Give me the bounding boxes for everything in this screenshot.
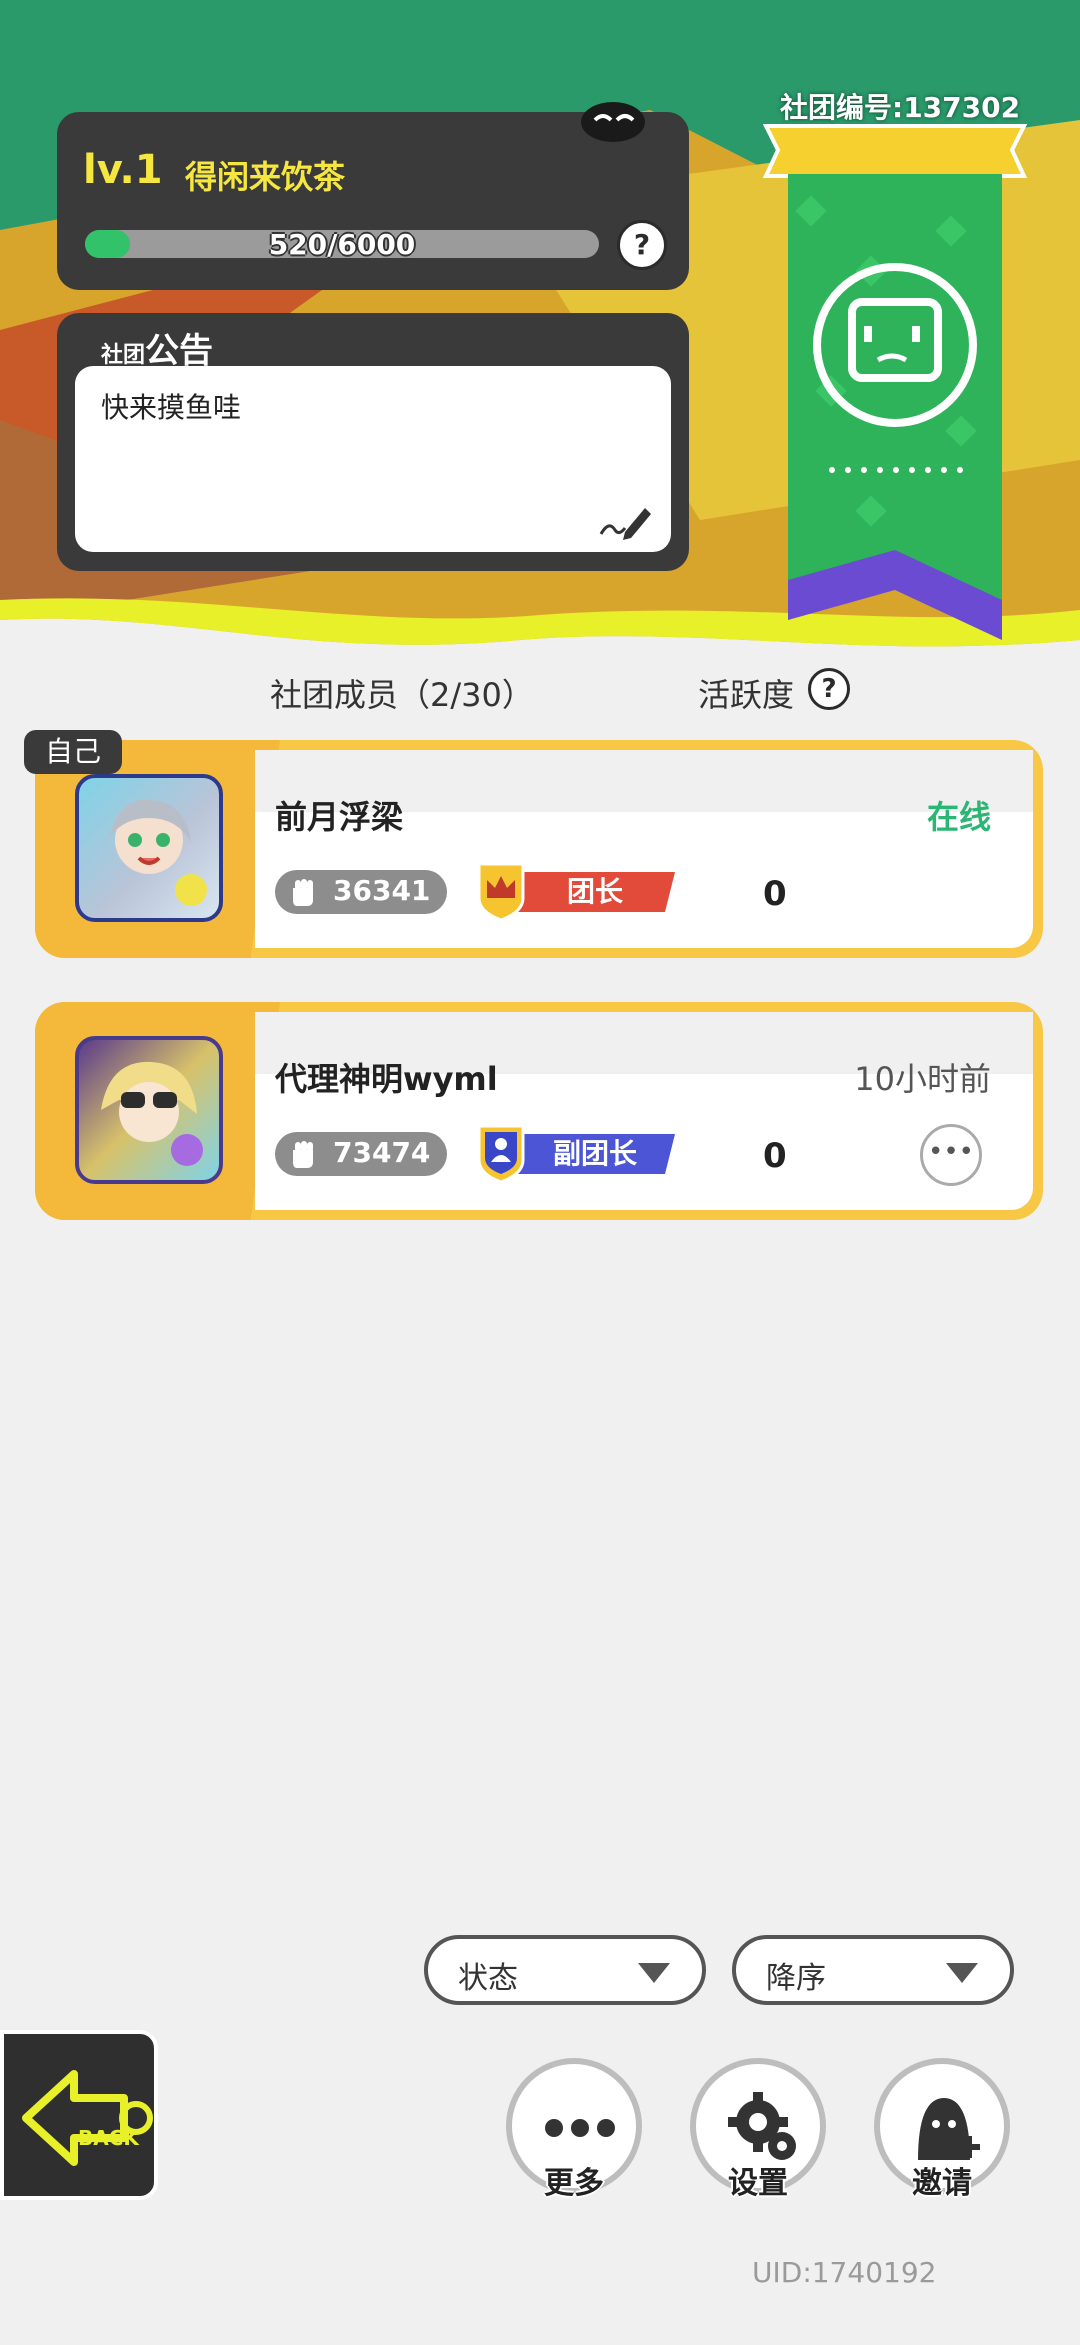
member-power: 73474 (275, 1132, 447, 1176)
activity-label: 活跃度 (698, 676, 795, 714)
member-activity: 0 (763, 874, 787, 914)
member-name: 代理神明wyml (275, 1060, 498, 1098)
club-emblem-banner[interactable] (760, 120, 1030, 660)
member-name: 前月浮梁 (275, 798, 404, 836)
member-status: 在线 (926, 798, 991, 836)
members-count-label: 社团成员（2/30） (270, 676, 534, 714)
member-avatar[interactable] (75, 1036, 223, 1184)
member-more-button[interactable]: ••• (920, 1124, 982, 1186)
order-filter-dropdown[interactable]: 降序 (732, 1935, 1014, 2005)
invite-label: 邀请 (912, 2166, 972, 2201)
exp-help-icon[interactable]: ? (617, 220, 667, 270)
settings-label: 设置 (728, 2166, 788, 2201)
person-shield-icon (477, 1124, 525, 1184)
add-user-icon (918, 2098, 980, 2160)
member-avatar[interactable] (75, 774, 223, 922)
fist-icon (293, 879, 313, 906)
more-dots-icon (545, 2119, 615, 2137)
notice-title-small: 社团 (101, 343, 146, 368)
club-name: 得闲来饮茶 (185, 158, 346, 196)
notice-panel: 社团公告 快来摸鱼哇 (57, 313, 689, 571)
role-badge: 副团长 (475, 1122, 675, 1184)
chevron-down-icon (946, 1963, 978, 1983)
more-label: 更多 (544, 2166, 604, 2201)
member-power-value: 36341 (333, 874, 431, 907)
status-filter-dropdown[interactable]: 状态 (424, 1935, 706, 2005)
role-badge: 团长 (475, 860, 675, 922)
club-exp-bar: 520/6000 (85, 230, 599, 258)
crown-shield-icon (477, 862, 525, 922)
notice-content-box: 快来摸鱼哇 (75, 366, 671, 552)
back-button[interactable]: BACK (0, 2030, 158, 2200)
order-filter-label: 降序 (766, 1961, 826, 1996)
club-exp-text: 520/6000 (268, 230, 416, 258)
role-label: 副团长 (552, 1137, 637, 1170)
status-filter-label: 状态 (458, 1961, 518, 1996)
member-card[interactable]: 前月浮梁 在线 36341 团长 0 (35, 740, 1043, 958)
member-power-value: 73474 (333, 1136, 431, 1169)
notice-title-big: 公告 (145, 331, 214, 371)
member-power: 36341 (275, 870, 447, 914)
mascot-blob-icon (581, 102, 645, 142)
fist-icon (293, 1141, 313, 1168)
club-info-panel: lv.1 得闲来饮茶 520/6000 ? (57, 102, 689, 290)
member-activity: 0 (763, 1136, 787, 1176)
notice-title: 社团公告 (101, 323, 213, 372)
chevron-down-icon (638, 1963, 670, 1983)
role-label: 团长 (566, 875, 623, 908)
activity-help-icon[interactable]: ? (808, 668, 850, 710)
member-status: 10小时前 (854, 1060, 991, 1098)
user-uid: UID:1740192 (752, 2256, 937, 2289)
back-label: BACK (78, 2126, 139, 2150)
gear-icon (728, 2092, 796, 2160)
notice-text: 快来摸鱼哇 (101, 391, 242, 424)
member-card[interactable]: 代理神明wyml 10小时前 73474 副团长 0 ••• (35, 1002, 1043, 1220)
edit-notice-icon[interactable] (595, 502, 655, 542)
club-level: lv.1 (83, 147, 163, 193)
self-tag: 自己 (24, 730, 122, 774)
